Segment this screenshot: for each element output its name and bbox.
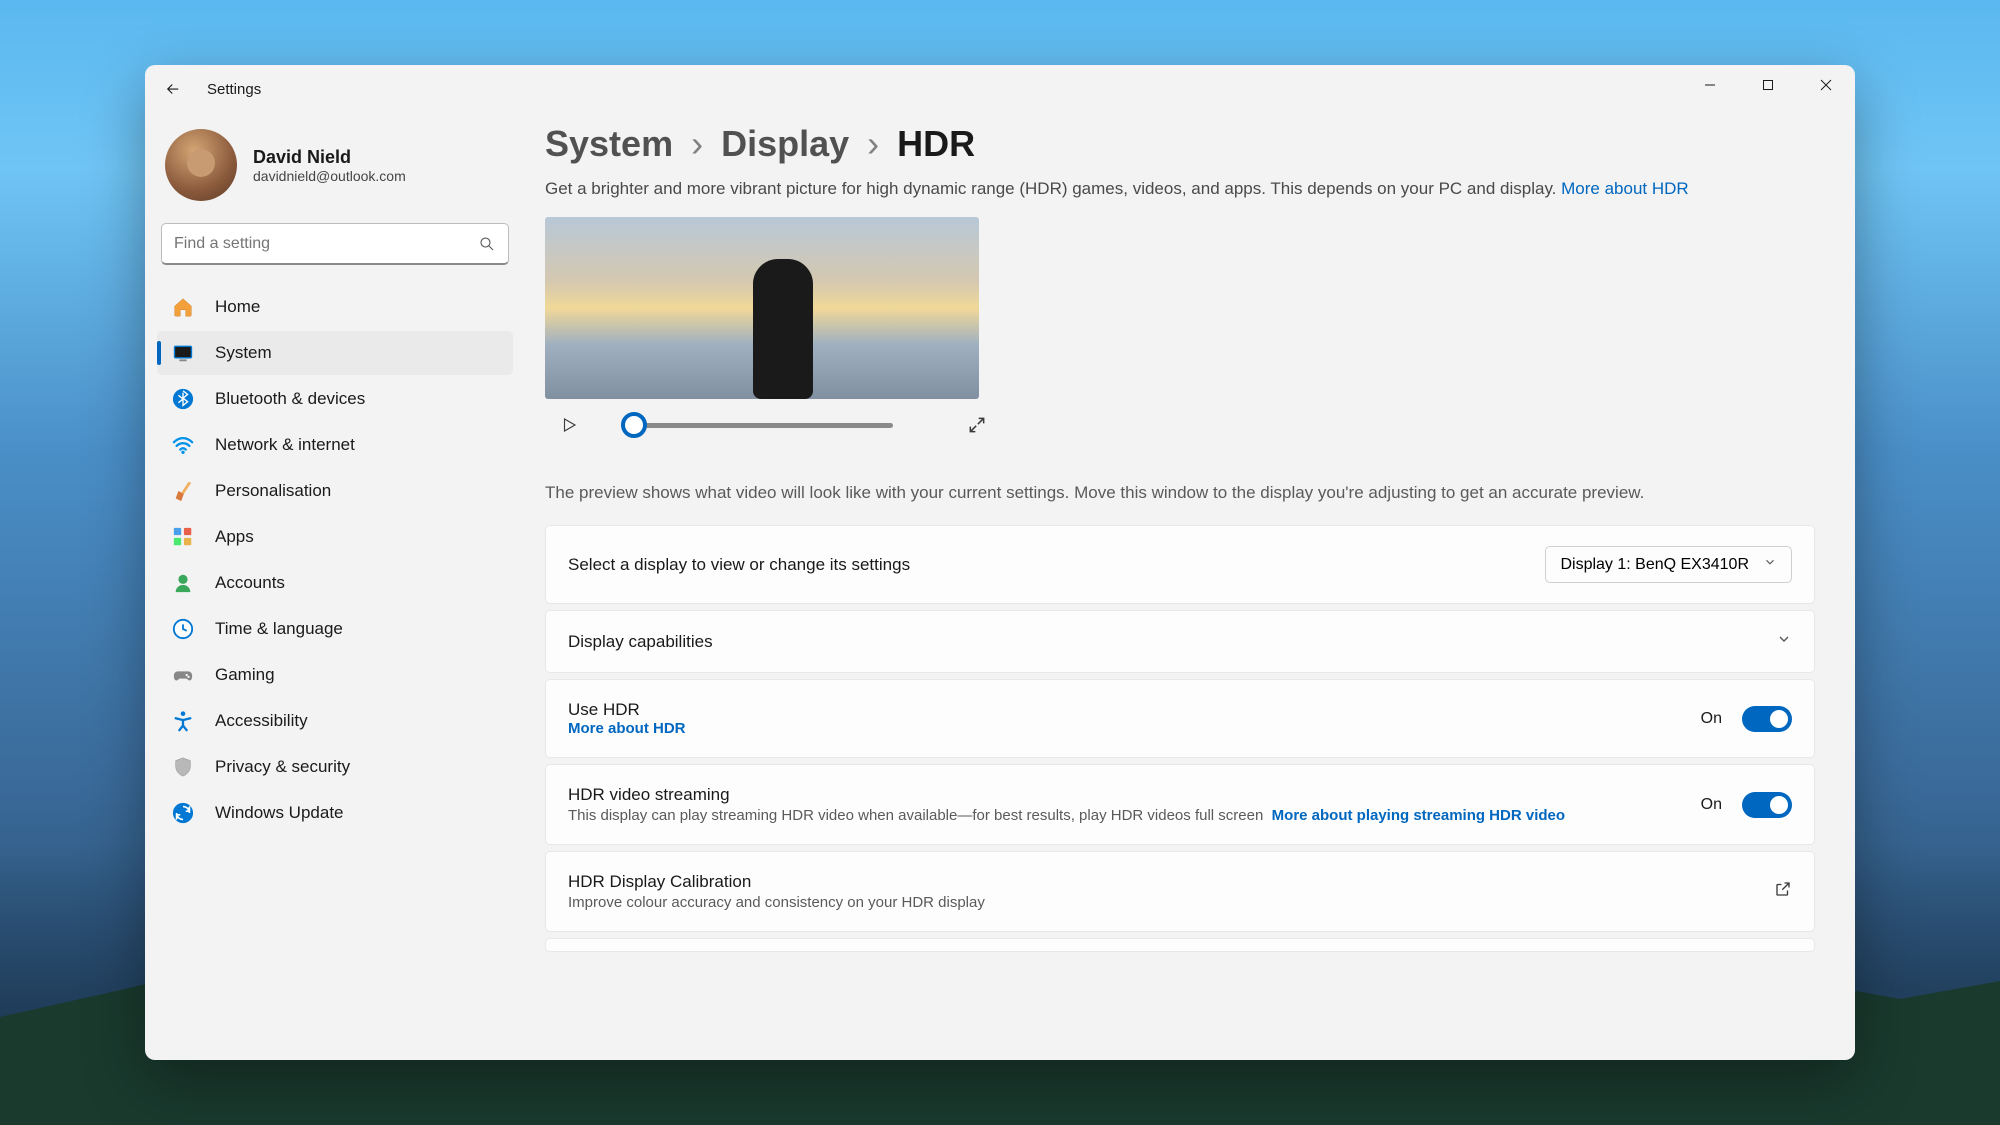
use-hdr-state: On xyxy=(1701,710,1722,728)
use-hdr-toggle[interactable] xyxy=(1742,706,1792,732)
sidebar-item-label: Accessibility xyxy=(215,711,308,731)
chevron-down-icon xyxy=(1776,631,1792,652)
preview-note: The preview shows what video will look l… xyxy=(545,483,1815,503)
sidebar-item-gaming[interactable]: Gaming xyxy=(157,653,513,697)
chevron-right-icon: › xyxy=(691,123,703,165)
sidebar-item-label: Home xyxy=(215,297,260,317)
hdr-stream-state: On xyxy=(1701,796,1722,814)
accessibility-icon xyxy=(171,709,195,733)
hdr-stream-title: HDR video streaming xyxy=(568,785,1681,805)
sidebar-item-label: System xyxy=(215,343,272,363)
sidebar-item-system[interactable]: System xyxy=(157,331,513,375)
bluetooth-icon xyxy=(171,387,195,411)
maximize-icon xyxy=(1762,79,1774,91)
hdr-streaming-card: HDR video streaming This display can pla… xyxy=(545,764,1815,845)
sidebar-item-accessibility[interactable]: Accessibility xyxy=(157,699,513,743)
use-hdr-link[interactable]: More about HDR xyxy=(568,720,1681,737)
minimize-button[interactable] xyxy=(1681,65,1739,105)
search-input[interactable] xyxy=(174,235,478,253)
sidebar-item-accounts[interactable]: Accounts xyxy=(157,561,513,605)
capabilities-title: Display capabilities xyxy=(568,632,1756,652)
arrow-left-icon xyxy=(164,80,182,98)
nav: Home System Bluetooth & devices Network … xyxy=(157,285,513,835)
sidebar-item-label: Personalisation xyxy=(215,481,331,501)
search-box[interactable] xyxy=(161,223,509,265)
app-title: Settings xyxy=(207,81,261,98)
person-icon xyxy=(171,571,195,595)
sidebar: David Nield davidnield@outlook.com Home … xyxy=(145,113,525,1060)
page-description: Get a brighter and more vibrant picture … xyxy=(545,179,1815,199)
gamepad-icon xyxy=(171,663,195,687)
update-icon xyxy=(171,801,195,825)
system-icon xyxy=(171,341,195,365)
avatar xyxy=(165,129,237,201)
fullscreen-button[interactable] xyxy=(965,413,989,437)
hdr-stream-toggle[interactable] xyxy=(1742,792,1792,818)
brightness-slider[interactable] xyxy=(623,423,893,428)
content-area: System › Display › HDR Get a brighter an… xyxy=(525,113,1855,1060)
calibration-title: HDR Display Calibration xyxy=(568,872,1754,892)
breadcrumb-system[interactable]: System xyxy=(545,123,673,165)
sidebar-item-label: Accounts xyxy=(215,573,285,593)
display-capabilities-card[interactable]: Display capabilities xyxy=(545,610,1815,673)
sidebar-item-label: Apps xyxy=(215,527,254,547)
apps-icon xyxy=(171,525,195,549)
back-button[interactable] xyxy=(153,69,193,109)
sidebar-item-privacy[interactable]: Privacy & security xyxy=(157,745,513,789)
sidebar-item-network[interactable]: Network & internet xyxy=(157,423,513,467)
external-link-icon[interactable] xyxy=(1774,880,1792,903)
settings-window: Settings David Nield davidnield@outlook.… xyxy=(145,65,1855,1060)
sidebar-item-label: Privacy & security xyxy=(215,757,350,777)
preview-area xyxy=(545,217,1815,451)
shield-icon xyxy=(171,755,195,779)
play-icon xyxy=(560,416,578,434)
brush-icon xyxy=(171,479,195,503)
slider-thumb[interactable] xyxy=(621,412,647,438)
sidebar-item-label: Windows Update xyxy=(215,803,344,823)
chevron-down-icon xyxy=(1763,555,1777,574)
more-about-hdr-link[interactable]: More about HDR xyxy=(1561,179,1689,198)
search-icon xyxy=(478,235,496,253)
use-hdr-title: Use HDR xyxy=(568,700,1681,720)
user-profile[interactable]: David Nield davidnield@outlook.com xyxy=(157,125,513,219)
home-icon xyxy=(171,295,195,319)
sidebar-item-apps[interactable]: Apps xyxy=(157,515,513,559)
window-controls xyxy=(1681,65,1855,105)
maximize-button[interactable] xyxy=(1739,65,1797,105)
chevron-right-icon: › xyxy=(867,123,879,165)
display-dropdown[interactable]: Display 1: BenQ EX3410R xyxy=(1545,546,1792,583)
sidebar-item-label: Network & internet xyxy=(215,435,355,455)
play-button[interactable] xyxy=(557,413,581,437)
display-select-label: Select a display to view or change its s… xyxy=(568,555,1525,575)
sidebar-item-time[interactable]: Time & language xyxy=(157,607,513,651)
display-select-card: Select a display to view or change its s… xyxy=(545,525,1815,604)
use-hdr-card: Use HDR More about HDR On xyxy=(545,679,1815,758)
titlebar: Settings xyxy=(145,65,1855,113)
wifi-icon xyxy=(171,433,195,457)
sidebar-item-update[interactable]: Windows Update xyxy=(157,791,513,835)
close-icon xyxy=(1820,79,1832,91)
sidebar-item-bluetooth[interactable]: Bluetooth & devices xyxy=(157,377,513,421)
clock-icon xyxy=(171,617,195,641)
minimize-icon xyxy=(1704,79,1716,91)
partial-card xyxy=(545,938,1815,952)
expand-icon xyxy=(967,415,987,435)
preview-video[interactable] xyxy=(545,217,979,399)
breadcrumb-display[interactable]: Display xyxy=(721,123,849,165)
breadcrumb: System › Display › HDR xyxy=(545,123,1815,165)
breadcrumb-current: HDR xyxy=(897,123,975,165)
preview-controls xyxy=(545,399,1815,451)
hdr-stream-link[interactable]: More about playing streaming HDR video xyxy=(1272,807,1565,824)
sidebar-item-home[interactable]: Home xyxy=(157,285,513,329)
user-name: David Nield xyxy=(253,147,406,168)
sidebar-item-label: Gaming xyxy=(215,665,275,685)
close-button[interactable] xyxy=(1797,65,1855,105)
sidebar-item-personalisation[interactable]: Personalisation xyxy=(157,469,513,513)
calibration-sub: Improve colour accuracy and consistency … xyxy=(568,894,1754,911)
user-email: davidnield@outlook.com xyxy=(253,168,406,184)
hdr-calibration-card[interactable]: HDR Display Calibration Improve colour a… xyxy=(545,851,1815,932)
sidebar-item-label: Bluetooth & devices xyxy=(215,389,365,409)
sidebar-item-label: Time & language xyxy=(215,619,343,639)
